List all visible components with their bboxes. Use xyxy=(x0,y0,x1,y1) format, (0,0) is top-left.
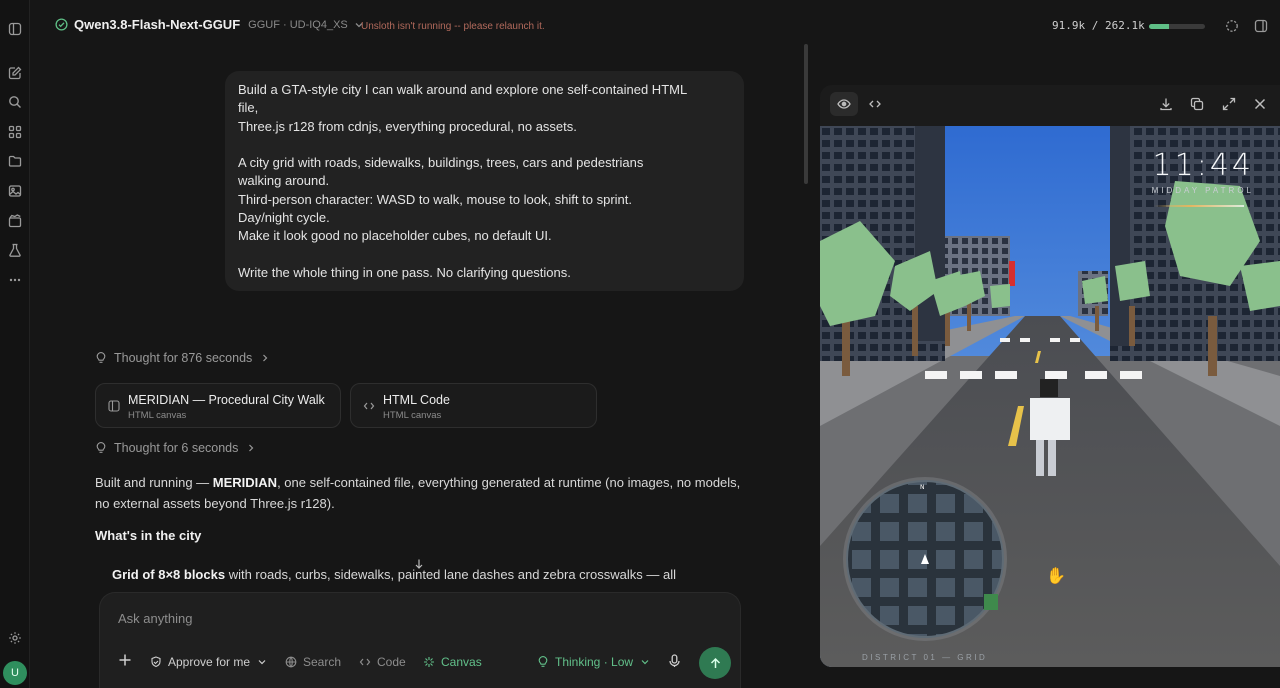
apps-icon[interactable] xyxy=(8,125,22,139)
close-icon[interactable] xyxy=(1253,97,1267,111)
download-icon[interactable] xyxy=(1159,97,1173,111)
search-toggle[interactable]: Search xyxy=(285,655,341,669)
left-rail: U xyxy=(0,0,30,688)
more-icon[interactable] xyxy=(8,273,22,287)
artifact-subtitle: HTML canvas xyxy=(128,410,187,421)
image-icon[interactable] xyxy=(8,184,22,198)
model-selector[interactable]: Qwen3.8-Flash-Next-GGUF GGUF · UD-IQ4_XS xyxy=(55,17,364,32)
message-line: Build a GTA-style city I can walk around… xyxy=(238,82,688,97)
code-icon xyxy=(363,400,375,412)
thinking-label: Thinking · Low xyxy=(555,655,634,669)
model-format: GGUF · UD-IQ4_XS xyxy=(248,18,348,31)
lightbulb-icon xyxy=(96,442,106,453)
minimap: N xyxy=(843,477,1007,641)
approve-dropdown[interactable]: Approve for me xyxy=(150,655,268,669)
approve-label: Approve for me xyxy=(168,655,251,669)
message-line: Three.js r128 from cdnjs, everything pro… xyxy=(238,118,577,134)
message-line: file, xyxy=(238,100,259,116)
thought-label-2: Thought for 6 seconds xyxy=(114,441,239,455)
message-line xyxy=(238,136,730,154)
arrow-up-icon xyxy=(710,657,720,668)
hand-cursor-icon: ✋ xyxy=(1046,568,1066,585)
message-line: walking around. xyxy=(238,173,330,189)
bullet-bold: Grid of 8×8 blocks xyxy=(112,567,226,582)
message-input[interactable]: Ask anything xyxy=(118,611,192,626)
expand-icon[interactable] xyxy=(1222,97,1236,111)
artifact-card-canvas[interactable]: MERIDIAN — Procedural City Walk HTML can… xyxy=(95,383,341,428)
plus-icon[interactable] xyxy=(118,653,132,667)
hud-subtitle: MIDDAY PATROL xyxy=(1151,186,1254,195)
panel-toggle-icon[interactable] xyxy=(1254,19,1268,33)
code-icon xyxy=(359,658,371,666)
thinking-dropdown[interactable]: Thinking · Low xyxy=(537,655,651,669)
para-prefix: Built and running — xyxy=(95,475,213,490)
game-viewport[interactable]: N 11:44 MIDDAY PATROL DISTRICT 01 — GRID… xyxy=(820,126,1280,667)
lightbulb-icon xyxy=(538,656,548,667)
code-label: Code xyxy=(377,655,406,669)
artifact-card-code[interactable]: HTML Code HTML canvas xyxy=(350,383,597,428)
microphone-icon[interactable] xyxy=(668,654,681,668)
message-line xyxy=(238,246,730,264)
eye-icon[interactable] xyxy=(837,97,851,111)
server-warning: Unsloth isn't running -- please relaunch… xyxy=(361,21,545,32)
artifact-title: HTML Code xyxy=(383,393,450,407)
chevron-down-icon xyxy=(258,660,266,665)
thought-label-1: Thought for 876 seconds xyxy=(114,351,253,365)
context-usage: 91.9k / 262.1k xyxy=(1052,19,1145,32)
para-bold: MERIDIAN xyxy=(212,475,278,490)
hud-clock: 11:44 xyxy=(1152,148,1254,183)
user-avatar[interactable]: U xyxy=(3,661,27,685)
message-line: Day/night cycle. xyxy=(238,210,330,226)
artifact-subtitle: HTML canvas xyxy=(383,410,442,421)
status-check-icon xyxy=(55,18,68,31)
section-heading: What's in the city xyxy=(95,528,202,543)
lightbulb-icon xyxy=(96,352,106,363)
message-line: A city grid with roads, sidewalks, build… xyxy=(238,155,644,171)
message-line: Third-person character: WASD to walk, mo… xyxy=(238,191,632,207)
search-label: Search xyxy=(303,655,342,669)
shield-icon xyxy=(151,656,161,668)
hud-divider xyxy=(1154,205,1244,207)
chevron-right-icon xyxy=(263,354,268,362)
artifact-title: MERIDIAN — Procedural City Walk xyxy=(128,393,325,407)
message-line: Write the whole thing in one pass. No cl… xyxy=(238,264,571,280)
composer: Ask anything Approve for me Search Code … xyxy=(99,592,741,688)
sidebar-toggle-icon[interactable] xyxy=(8,22,22,36)
video-icon[interactable] xyxy=(8,214,22,228)
code-icon[interactable] xyxy=(868,97,882,111)
user-message-bubble: Build a GTA-style city I can walk around… xyxy=(225,71,744,291)
copy-icon[interactable] xyxy=(1190,97,1204,111)
send-button[interactable] xyxy=(699,647,731,679)
thought-toggle-2[interactable]: Thought for 6 seconds xyxy=(95,441,257,455)
canvas-label: Canvas xyxy=(441,655,482,669)
scroll-down-icon[interactable] xyxy=(413,558,425,570)
sparkle-icon xyxy=(424,657,434,667)
thought-toggle-1[interactable]: Thought for 876 seconds xyxy=(95,351,271,365)
chat-scrollbar[interactable] xyxy=(804,44,808,184)
folder-icon[interactable] xyxy=(8,154,22,168)
settings-icon[interactable] xyxy=(8,631,22,645)
model-name: Qwen3.8-Flash-Next-GGUF xyxy=(74,17,241,32)
hud-district: DISTRICT 01 — GRID xyxy=(862,653,988,662)
flask-icon[interactable] xyxy=(8,243,22,257)
search-icon[interactable] xyxy=(8,95,22,109)
context-progress-fill xyxy=(1149,24,1169,29)
chevron-down-icon xyxy=(641,660,649,665)
message-line: Make it look good no placeholder cubes, … xyxy=(238,228,552,244)
code-toggle[interactable]: Code xyxy=(359,655,406,669)
bullet-rest: with roads, curbs, sidewalks, painted la… xyxy=(225,567,676,582)
context-progress-bar xyxy=(1149,24,1205,29)
chevron-right-icon xyxy=(249,444,254,452)
panel-icon xyxy=(108,400,120,412)
globe-icon xyxy=(285,656,297,668)
top-bar: Qwen3.8-Flash-Next-GGUF GGUF · UD-IQ4_XS… xyxy=(30,0,1280,52)
assistant-paragraph: Built and running — MERIDIAN, one self-c… xyxy=(95,472,745,514)
loading-icon[interactable] xyxy=(1225,19,1239,33)
canvas-toggle[interactable]: Canvas xyxy=(423,655,482,669)
new-chat-icon[interactable] xyxy=(8,66,22,80)
minimap-north-label: N xyxy=(920,484,925,491)
canvas-preview-panel: N 11:44 MIDDAY PATROL DISTRICT 01 — GRID… xyxy=(820,85,1280,667)
